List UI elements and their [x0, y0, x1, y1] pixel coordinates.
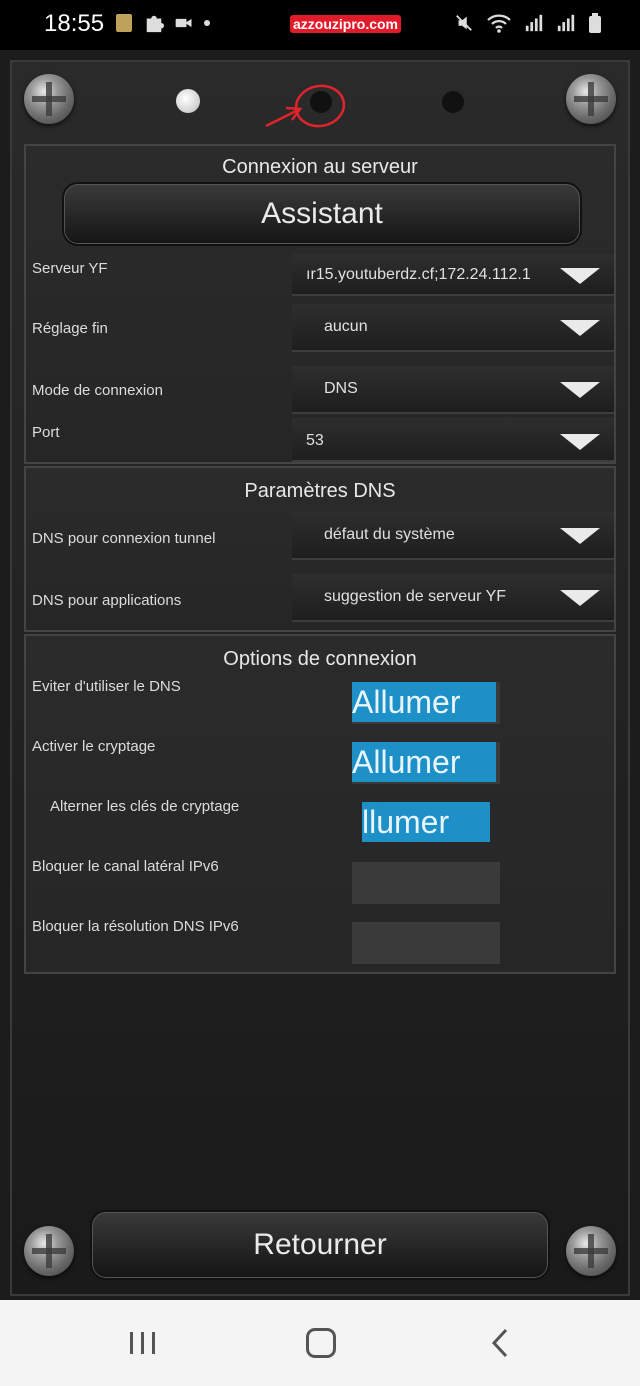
status-icons-left — [114, 12, 210, 34]
port-dropdown[interactable]: 53 — [292, 418, 614, 462]
avoid-dns-label: Eviter d'utiliser le DNS — [32, 678, 181, 695]
port-label: Port — [32, 424, 60, 441]
dns-title: Paramètres DNS — [244, 480, 396, 502]
annotation-arrow-icon — [265, 84, 346, 128]
status-icons-right — [454, 12, 602, 34]
back-icon[interactable] — [490, 1328, 510, 1358]
dns-section: Paramètres DNS DNS pour connexion tunnel… — [24, 466, 616, 632]
page-indicator-dot-active[interactable] — [176, 89, 200, 113]
connexion-title: Connexion au serveur — [222, 156, 418, 178]
server-value: ır15.youtuberdz.cf;172.24.112.1 — [306, 266, 531, 283]
mute-icon — [456, 15, 472, 31]
status-clock: 18:55 — [44, 10, 105, 37]
port-value: 53 — [306, 432, 324, 449]
fine-tuning-label: Réglage fin — [32, 320, 108, 337]
options-title: Options de connexion — [223, 648, 417, 670]
fine-tuning-dropdown[interactable]: aucun — [292, 304, 614, 352]
alternate-keys-label: Alterner les clés de cryptage — [50, 798, 240, 815]
block-ipv6-channel-label: Bloquer le canal latéral IPv6 — [32, 858, 219, 875]
dns-tunnel-label: DNS pour connexion tunnel — [32, 530, 216, 547]
connection-mode-value: DNS — [324, 380, 358, 397]
block-ipv6-dns-label: Bloquer la résolution DNS IPv6 — [32, 918, 239, 935]
server-label: Serveur YF — [32, 260, 108, 277]
encryption-toggle-label: Allumer — [352, 742, 496, 782]
server-dropdown[interactable]: ır15.youtuberdz.cf;172.24.112.1 — [292, 254, 614, 296]
fine-tuning-value: aucun — [324, 318, 368, 335]
triangle-down-icon — [560, 320, 600, 336]
screw-icon — [24, 74, 74, 124]
status-bar: 18:55 azzouzipro.com — [0, 0, 640, 50]
dns-tunnel-dropdown[interactable]: défaut du système — [292, 512, 614, 560]
dns-apps-value: suggestion de serveur YF — [324, 588, 507, 605]
connection-mode-label: Mode de connexion — [32, 382, 163, 399]
alternate-keys-toggle-label: llumer — [362, 802, 490, 842]
triangle-down-icon — [560, 382, 600, 398]
home-icon[interactable] — [306, 1328, 336, 1358]
encryption-label: Activer le cryptage — [32, 738, 156, 755]
video-camera-icon — [175, 18, 192, 28]
dns-apps-dropdown[interactable]: suggestion de serveur YF — [292, 574, 614, 622]
dns-tunnel-value: défaut du système — [324, 526, 455, 543]
system-nav-bar — [0, 1300, 640, 1386]
sim-card-icon — [116, 14, 132, 32]
assistant-button[interactable]: Assistant — [62, 182, 582, 246]
screw-icon — [24, 1226, 74, 1276]
block-ipv6-dns-toggle[interactable] — [352, 922, 500, 964]
options-section: Options de connexion Eviter d'utiliser l… — [24, 634, 616, 974]
page-indicator-dot[interactable] — [442, 91, 464, 113]
signal-icon-2 — [557, 14, 575, 32]
triangle-down-icon — [560, 268, 600, 284]
encryption-toggle[interactable]: Allumer — [352, 742, 500, 784]
signal-icon — [525, 14, 543, 32]
return-button[interactable]: Retourner — [90, 1210, 550, 1280]
connexion-section: Connexion au serveur Assistant Serveur Y… — [24, 144, 616, 464]
dns-apps-label: DNS pour applications — [32, 592, 182, 609]
connection-mode-dropdown[interactable]: DNS — [292, 366, 614, 414]
avoid-dns-toggle[interactable]: Allumer — [352, 682, 500, 724]
watermark-text: azzouzipro.com — [290, 15, 402, 33]
block-ipv6-channel-toggle[interactable] — [352, 862, 500, 904]
recent-apps-icon[interactable] — [128, 1330, 158, 1356]
triangle-down-icon — [560, 434, 600, 450]
alternate-keys-toggle[interactable]: llumer — [362, 802, 492, 844]
screw-icon — [566, 74, 616, 124]
battery-icon — [589, 13, 601, 33]
avoid-dns-toggle-label: Allumer — [352, 682, 496, 722]
screw-icon — [566, 1226, 616, 1276]
wifi-icon — [487, 14, 511, 33]
triangle-down-icon — [560, 528, 600, 544]
triangle-down-icon — [560, 590, 600, 606]
notification-dot-icon — [204, 20, 210, 26]
puzzle-icon — [146, 15, 164, 33]
